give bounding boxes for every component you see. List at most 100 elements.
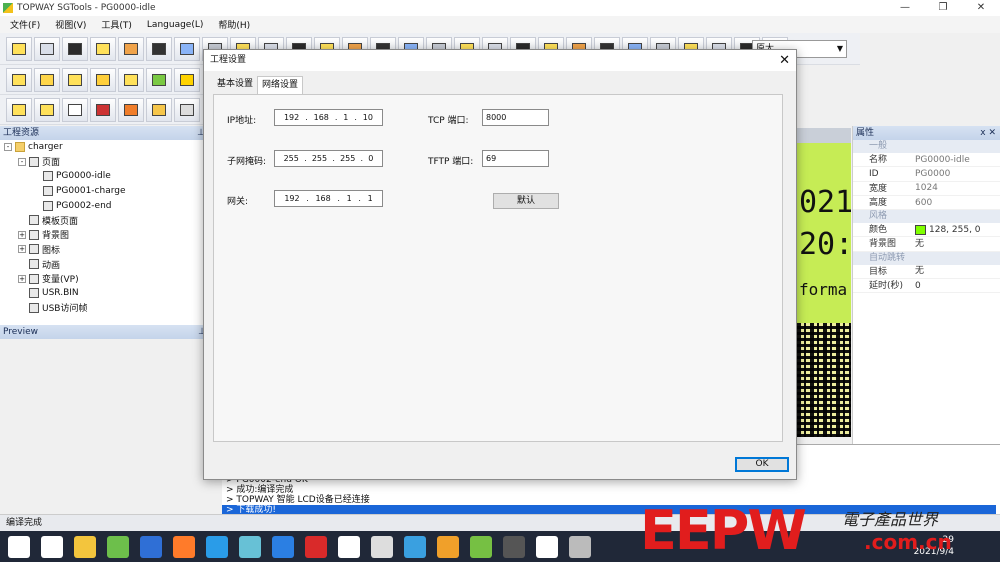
vscode-icon[interactable] (206, 535, 228, 558)
canvas-time-text[interactable]: 20:2 (799, 227, 851, 262)
tree-item[interactable]: 模板页面 (0, 213, 209, 228)
tree-item[interactable]: + 变量(VP) (0, 271, 209, 286)
default-button[interactable]: 默认 (493, 193, 559, 209)
property-value[interactable]: 128, 255, 0 (913, 223, 1000, 236)
tree-item[interactable]: PG0000-idle (0, 169, 209, 184)
image-button[interactable] (146, 67, 172, 92)
select-arrow-button[interactable] (174, 36, 200, 61)
pin-close-icon[interactable]: ⅹ ✕ (980, 126, 996, 140)
property-row[interactable]: 延时(秒) 0 (853, 279, 1000, 294)
tree-item[interactable]: - charger (0, 140, 209, 155)
property-value[interactable]: PG0000 (913, 167, 1000, 180)
property-row[interactable]: 背景图 无 (853, 237, 1000, 252)
touch-key-button[interactable] (146, 97, 172, 122)
font-button[interactable] (146, 36, 172, 61)
open-project-button[interactable] (34, 36, 60, 61)
tab-network-settings[interactable]: 网络设置 (257, 76, 304, 94)
save-app-icon[interactable] (140, 535, 162, 558)
property-value[interactable]: 0 (913, 279, 1000, 292)
tcp-port-field[interactable]: 8000 (482, 109, 549, 126)
canvas-date-text[interactable]: 021- (799, 185, 851, 220)
icon-var-button[interactable] (118, 67, 144, 92)
search-icon[interactable] (41, 535, 63, 558)
gear-bomb-button[interactable] (118, 97, 144, 122)
property-value[interactable]: PG0000-idle (913, 153, 1000, 166)
tree-item[interactable]: USR.BIN (0, 286, 209, 301)
restore-button[interactable]: ❐ (924, 0, 962, 16)
tree-item[interactable]: 动画 (0, 257, 209, 272)
log-line[interactable]: > TOPWAY 智能 LCD设备已经连接 (222, 495, 996, 505)
property-value[interactable]: 无 (913, 265, 1000, 278)
property-value[interactable]: 无 (913, 237, 1000, 250)
circle-button[interactable] (62, 67, 88, 92)
system-clock[interactable]: 29 2021/9/4 (914, 534, 954, 558)
tree-item[interactable]: PG0001-charge (0, 184, 209, 199)
tree-item[interactable]: + 图标 (0, 242, 209, 257)
menu-language[interactable]: Language(L) (147, 20, 203, 30)
settings-icon[interactable] (371, 535, 393, 558)
sgtools-icon[interactable] (470, 535, 492, 558)
property-section[interactable]: 一般 (853, 140, 1000, 153)
page-canvas[interactable]: 021- 20:2 forma (797, 143, 851, 323)
file-explorer-icon[interactable] (74, 535, 96, 558)
new-project-button[interactable] (6, 36, 32, 61)
property-section[interactable]: 风格 (853, 210, 1000, 224)
number-1234-button[interactable] (62, 97, 88, 122)
abc-var-button[interactable] (34, 97, 60, 122)
line-button[interactable] (34, 67, 60, 92)
settings-gear-button[interactable] (118, 36, 144, 61)
canvas-info-text[interactable]: forma (799, 280, 847, 299)
tftp-port-field[interactable]: 69 (482, 150, 549, 167)
tree-item[interactable]: + 背景图 (0, 228, 209, 243)
gateway-field[interactable]: 192. 168. 1. 1 (274, 190, 383, 207)
chart-app-icon[interactable] (536, 535, 558, 558)
barcode-button[interactable] (90, 97, 116, 122)
menu-view[interactable]: 视图(V) (55, 18, 86, 31)
expand-icon[interactable]: + (18, 245, 26, 254)
open-folder-button[interactable] (90, 36, 116, 61)
property-value[interactable]: 600 (913, 196, 1000, 209)
collapse-icon[interactable]: - (4, 143, 12, 152)
app-icon[interactable] (239, 535, 261, 558)
property-section[interactable]: 自动跳转 (853, 251, 1000, 265)
tree-item[interactable]: PG0002-end (0, 198, 209, 213)
dots-button[interactable] (174, 67, 200, 92)
ok-button[interactable]: OK (735, 457, 789, 472)
expand-icon[interactable]: + (18, 274, 26, 283)
menu-help[interactable]: 帮助(H) (218, 18, 250, 31)
property-row[interactable]: 宽度 1024 (853, 182, 1000, 196)
remote-icon[interactable] (404, 535, 426, 558)
qr-code-image[interactable] (797, 323, 851, 437)
rect-button[interactable] (6, 67, 32, 92)
photo-icon[interactable] (437, 535, 459, 558)
expand-icon[interactable]: + (18, 230, 26, 239)
youdao-icon[interactable] (305, 535, 327, 558)
menu-tools[interactable]: 工具(T) (101, 18, 132, 31)
abcd-text-button[interactable] (6, 97, 32, 122)
ip-address-field[interactable]: 192. 168. 1. 10 (274, 109, 383, 126)
tree-item[interactable]: USB访问帧 (0, 301, 209, 316)
log-line[interactable]: > 成功:编译完成 (222, 485, 996, 495)
firefox-icon[interactable] (173, 535, 195, 558)
start-icon[interactable] (8, 535, 30, 558)
close-window-button[interactable]: ✕ (962, 0, 1000, 16)
radio-button[interactable] (90, 67, 116, 92)
terminal-icon[interactable] (503, 535, 525, 558)
notepad-icon[interactable] (107, 535, 129, 558)
property-row[interactable]: 名称 PG0000-idle (853, 153, 1000, 168)
meter-button[interactable] (174, 97, 200, 122)
tab-basic-settings[interactable]: 基本设置 (213, 76, 257, 93)
close-icon[interactable]: ✕ (779, 50, 790, 71)
property-value[interactable]: 1024 (913, 182, 1000, 195)
minimize-button[interactable]: — (886, 0, 924, 16)
property-row[interactable]: 颜色 128, 255, 0 (853, 223, 1000, 238)
collapse-icon[interactable]: - (18, 157, 26, 166)
blue-app-icon[interactable] (272, 535, 294, 558)
media-icon[interactable] (338, 535, 360, 558)
tree-item[interactable]: - 页面 (0, 155, 209, 170)
property-row[interactable]: 目标 无 (853, 265, 1000, 280)
menu-file[interactable]: 文件(F) (10, 18, 40, 31)
save-button[interactable] (62, 36, 88, 61)
property-row[interactable]: 高度 600 (853, 196, 1000, 211)
subnet-mask-field[interactable]: 255. 255. 255. 0 (274, 150, 383, 167)
